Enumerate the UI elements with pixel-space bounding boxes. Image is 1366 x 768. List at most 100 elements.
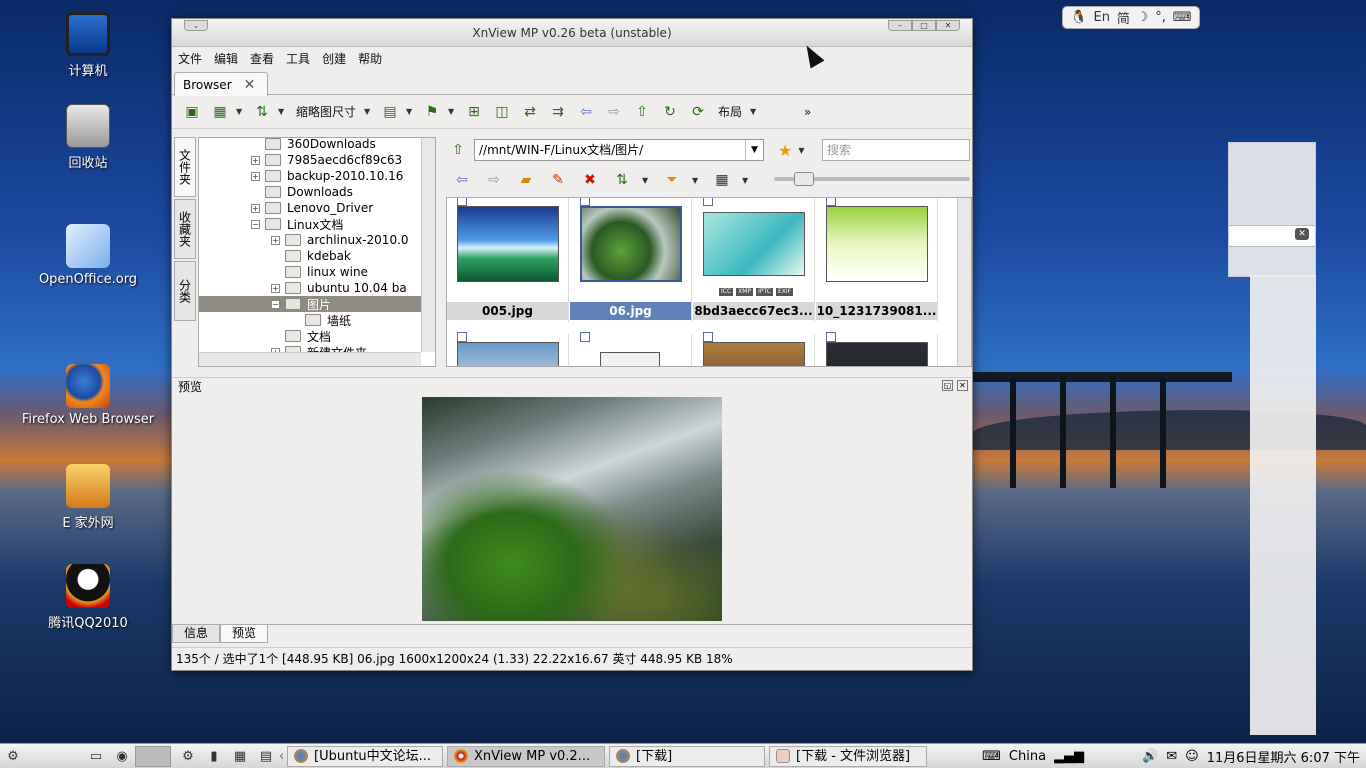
tree-view-icon[interactable]: ⊞: [462, 101, 486, 123]
expander-icon[interactable]: +: [271, 235, 280, 245]
tree-item[interactable]: kdebak: [199, 248, 435, 264]
thumbnail-item[interactable]: [816, 332, 938, 366]
moon-icon[interactable]: ☽: [1137, 10, 1149, 25]
chevron-down-icon[interactable]: ▼: [236, 107, 246, 116]
tab-info[interactable]: 信息: [172, 625, 220, 643]
mail-icon[interactable]: ✉: [1166, 749, 1177, 764]
desktop-icon-computer[interactable]: 计算机: [18, 12, 158, 79]
thumbnail-checkbox[interactable]: [580, 198, 590, 206]
desktop-icon-ejia[interactable]: E 家外网: [18, 464, 158, 531]
thumbnail-item[interactable]: [447, 332, 569, 366]
chevron-down-icon[interactable]: ▼: [750, 107, 760, 116]
menu-create[interactable]: 创建: [322, 50, 346, 67]
menu-view[interactable]: 查看: [250, 50, 274, 67]
menu-edit[interactable]: 编辑: [214, 50, 238, 67]
ime-lang[interactable]: En: [1094, 10, 1110, 25]
desktop-icon-trash[interactable]: 回收站: [18, 104, 158, 171]
view-mode-icon[interactable]: ▦: [710, 169, 734, 191]
tree-item[interactable]: 360Downloads: [199, 138, 435, 152]
thumbnail-checkbox[interactable]: [457, 332, 467, 342]
thumbnail-checkbox[interactable]: [703, 198, 713, 206]
workspace-switcher[interactable]: [135, 745, 171, 767]
thumbnail-item[interactable]: 10_1231739081...: [816, 198, 938, 322]
keyboard-icon[interactable]: ⌨: [982, 749, 1001, 764]
expander-icon[interactable]: +: [271, 283, 280, 293]
forward-arrow-icon[interactable]: ⇨: [482, 169, 506, 191]
thumbnail-item[interactable]: [570, 332, 692, 366]
keyboard-icon[interactable]: ⌨: [1173, 10, 1192, 25]
tree-item[interactable]: + archlinux-2010.0: [199, 232, 435, 248]
task-firefox[interactable]: [Ubuntu中文论坛...: [287, 745, 443, 767]
thumbnail-checkbox[interactable]: [826, 198, 836, 206]
star-icon[interactable]: ★: [778, 141, 792, 160]
tree-item[interactable]: 墙纸: [199, 312, 435, 328]
chevron-down-icon[interactable]: ▼: [364, 107, 374, 116]
expander-icon[interactable]: +: [251, 171, 260, 181]
toolbar-overflow[interactable]: »: [800, 105, 815, 119]
side-tab-folders[interactable]: 文件夹: [174, 137, 196, 197]
back-arrow-icon[interactable]: ⇦: [450, 169, 474, 191]
tree-item[interactable]: + ubuntu 10.04 ba: [199, 280, 435, 296]
menu-help[interactable]: 帮助: [358, 50, 382, 67]
thumbnail-item[interactable]: [693, 332, 815, 366]
refresh-icon[interactable]: ↻: [658, 101, 682, 123]
task-download[interactable]: [下载]: [609, 745, 765, 767]
side-tab-categories[interactable]: 分类: [174, 261, 196, 321]
chevron-down-icon[interactable]: ▼: [642, 176, 652, 185]
show-desktop-icon[interactable]: ▭: [86, 747, 106, 765]
tree-item[interactable]: linux wine: [199, 264, 435, 280]
chevron-left-icon[interactable]: ‹: [279, 749, 287, 764]
float-panel-icon[interactable]: ◱: [942, 380, 953, 391]
chevron-down-icon[interactable]: ▼: [798, 146, 808, 155]
thumbnail-item[interactable]: 06.jpg: [570, 198, 692, 322]
ime-indicator[interactable]: China: [1009, 749, 1046, 764]
tab-browser[interactable]: Browser ✕: [174, 72, 268, 96]
expander-icon[interactable]: −: [271, 299, 280, 309]
title-bar[interactable]: ⌄ XnView MP v0.26 beta (unstable) – □ ✕: [172, 19, 972, 47]
tree-item[interactable]: Downloads: [199, 184, 435, 200]
system-monitor-icon[interactable]: ▤: [256, 747, 276, 765]
back-arrow-icon[interactable]: ⇦: [574, 101, 598, 123]
thumbnail-checkbox[interactable]: [580, 332, 590, 342]
input-method-bar[interactable]: 🐧 En 简 ☽ °, ⌨: [1062, 6, 1200, 29]
tab-preview[interactable]: 预览: [220, 625, 268, 643]
tree-item[interactable]: 文档: [199, 328, 435, 344]
bookmark-icon[interactable]: ⚑: [420, 101, 444, 123]
chevron-down-icon[interactable]: ▼: [448, 107, 458, 116]
go-up-icon[interactable]: ⇧: [446, 139, 470, 161]
chevron-down-icon[interactable]: ▼: [742, 176, 752, 185]
tree-item[interactable]: − 图片: [199, 296, 435, 312]
close-panel-icon[interactable]: ✕: [957, 380, 968, 391]
user-avatar-icon[interactable]: ☺: [1185, 749, 1199, 764]
tree-horizontal-scrollbar[interactable]: [199, 352, 421, 366]
thumbnail-item[interactable]: ICC XMP IPTC EXIF 8bd3aecc67ec3...: [693, 198, 815, 322]
fullscreen-icon[interactable]: ▣: [180, 101, 204, 123]
thumbnail-checkbox[interactable]: [457, 198, 467, 206]
volume-icon[interactable]: 🔊: [1142, 749, 1158, 764]
thumbnail-item[interactable]: 005.jpg: [447, 198, 569, 322]
edit-icon[interactable]: ✎: [546, 169, 570, 191]
network-signal-icon[interactable]: ▂▄▆: [1054, 749, 1084, 764]
main-menu-icon[interactable]: ⚙: [3, 747, 23, 765]
tree-vertical-scrollbar[interactable]: [421, 138, 435, 352]
chevron-down-icon[interactable]: ▼: [406, 107, 416, 116]
desktop-icon-qq[interactable]: 腾讯QQ2010: [18, 564, 158, 631]
expander-icon[interactable]: −: [251, 219, 260, 229]
sort-icon[interactable]: ⇅: [250, 101, 274, 123]
side-tab-favorites[interactable]: 收藏夹: [174, 199, 196, 259]
tree-item[interactable]: +7985aecd6cf89c63: [199, 152, 435, 168]
batch-icon[interactable]: ⇉: [546, 101, 570, 123]
filter-icon[interactable]: ⏷: [660, 169, 684, 191]
calculator-icon[interactable]: ▦: [230, 747, 250, 765]
sort-icon[interactable]: ⇅: [610, 169, 634, 191]
convert-icon[interactable]: ⇄: [518, 101, 542, 123]
tree-item[interactable]: + backup-2010.10.16: [199, 168, 435, 184]
thumb-size-dropdown[interactable]: 缩略图尺寸: [292, 103, 360, 120]
thumbnail-checkbox[interactable]: [703, 332, 713, 342]
numbering-icon[interactable]: ▤: [378, 101, 402, 123]
expander-icon[interactable]: +: [251, 203, 260, 213]
clock[interactable]: 11月6日星期六 6:07 下午: [1207, 747, 1360, 766]
address-field[interactable]: //mnt/WIN-F/Linux文档/图片/ ▼: [474, 139, 764, 161]
forward-arrow-icon[interactable]: ⇨: [602, 101, 626, 123]
search-input[interactable]: 搜索: [822, 139, 970, 161]
